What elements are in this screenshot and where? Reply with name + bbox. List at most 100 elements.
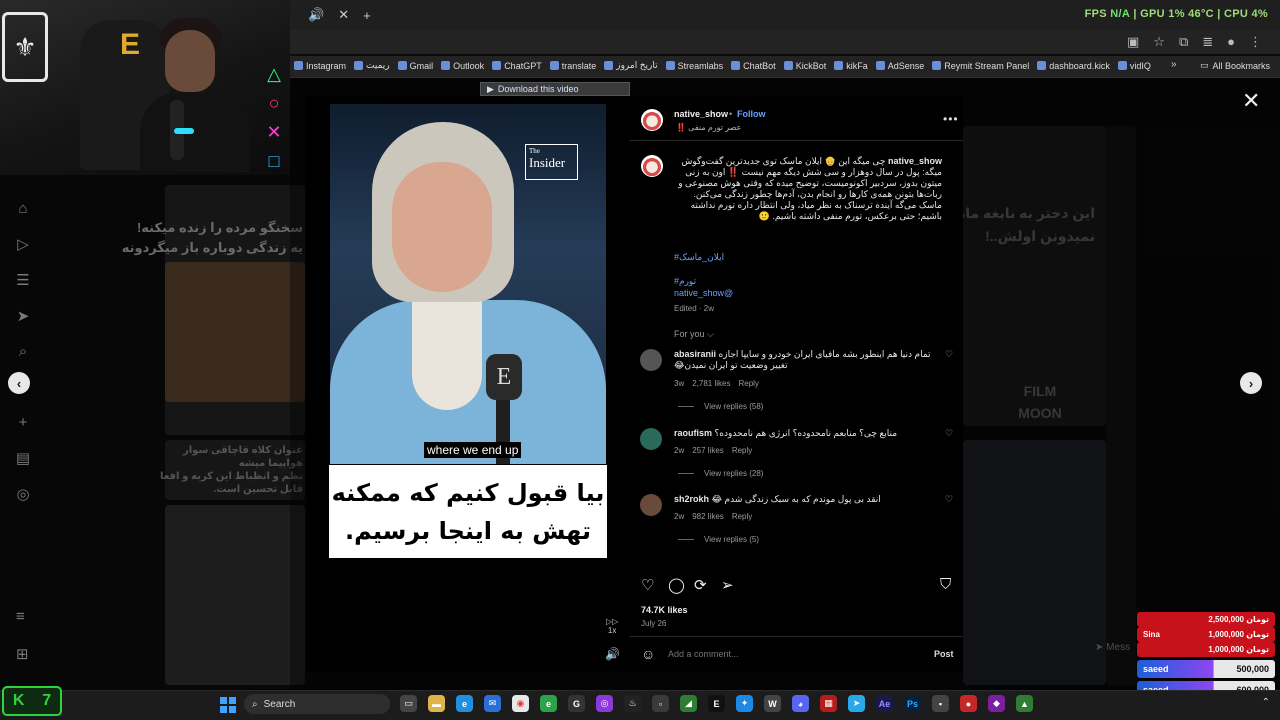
next-post-button[interactable]: › [1240,372,1262,394]
bookmark-star-icon[interactable]: ☆ [1153,34,1165,50]
app-icon-2[interactable]: ▪ [932,695,949,712]
chrome-icon[interactable]: ◉ [512,695,529,712]
file-explorer-icon[interactable]: ▬ [428,695,445,712]
bookmark-item[interactable]: Outlook [441,60,484,71]
comment-likes[interactable]: 2,781 likes [692,379,730,388]
bookmark-item[interactable]: AdSense [875,60,924,71]
reply-button[interactable]: Reply [732,512,752,521]
bookmark-item[interactable]: ChatBot [731,60,776,71]
caption-avatar[interactable] [641,155,663,177]
commenter-avatar[interactable] [640,349,662,371]
telegram-icon[interactable]: ➤ [848,695,865,712]
tray-app-icon[interactable]: ▲ [1016,695,1033,712]
comment-input[interactable] [668,649,918,659]
more-menu-icon[interactable]: ≡ [16,608,25,625]
bookmark-item[interactable]: Streamlabs [665,60,723,71]
wordpress-icon[interactable]: W [764,695,781,712]
post-audio-title[interactable]: عصر تورم منفی ‼️ [676,123,741,132]
volume-icon[interactable]: 🔊 [605,647,620,661]
bookmark-item[interactable]: Instagram [294,60,346,71]
commenter-username[interactable]: sh2rokh [674,494,709,504]
tray-overflow-icon[interactable]: ⌃ [1262,697,1270,708]
app-icon[interactable]: ▫ [652,695,669,712]
edge-dev-icon[interactable]: e [540,695,557,712]
threads-icon[interactable]: ◎ [16,485,29,503]
save-icon[interactable]: ⛉ [940,576,951,593]
also-from-meta-icon[interactable]: ⊞ [16,645,29,663]
playback-speed-button[interactable]: ▷▷ 1x [606,617,618,635]
mention-link[interactable]: native_show@ [674,288,733,298]
home-icon[interactable]: ⌂ [18,200,27,217]
close-tab-icon[interactable]: ✕ [338,7,349,23]
more-bookmarks-icon[interactable]: » [1171,59,1177,70]
like-icon[interactable]: ♡ [641,576,654,594]
view-replies-button[interactable]: View replies (5) [678,535,759,544]
bookmark-item[interactable]: vidIQ [1117,60,1151,71]
follow-button[interactable]: Follow [737,109,766,119]
new-tab-icon[interactable]: + [363,8,371,23]
reply-button[interactable]: Reply [738,379,758,388]
bookmark-item[interactable]: translate [549,60,596,71]
repost-icon[interactable]: ⟳ [694,576,707,594]
edge-icon[interactable]: e [456,695,473,712]
more-options-icon[interactable]: ••• [943,112,959,126]
likes-count[interactable]: 74.7K likes [641,605,688,615]
taskbar-search[interactable]: ⌕ Search [244,694,390,714]
bookmark-item[interactable]: تاریخ امروز [604,60,658,71]
comment-like-icon[interactable]: ♡ [945,428,953,439]
comment-sort-dropdown[interactable]: For you ⌵ [674,329,714,340]
extensions-icon[interactable]: ⧉ [1179,34,1188,50]
previous-post-button[interactable]: ‹ [8,372,30,394]
commenter-avatar[interactable] [640,428,662,450]
caption-username[interactable]: native_show [888,156,942,166]
epic-icon[interactable]: E [708,695,725,712]
download-video-button[interactable]: ▶ Download this video [480,82,630,96]
hashtag-link[interactable]: #ایلان_ماسک [674,252,724,263]
photoshop-icon[interactable]: Ps [904,695,921,712]
bookmark-item[interactable]: kikFa [834,60,868,71]
comment-icon[interactable]: ◯ [668,576,685,594]
obs-icon[interactable]: ◎ [596,695,613,712]
author-avatar[interactable] [641,109,663,131]
bookmark-item[interactable]: ChatGPT [492,60,542,71]
comment-likes[interactable]: 257 likes [692,446,724,455]
nvidia-icon[interactable]: ◢ [680,695,697,712]
bookmark-item[interactable]: Gmail [397,60,433,71]
create-icon[interactable]: + [19,414,28,431]
task-view-icon[interactable]: ▭ [400,695,417,712]
bookmark-item[interactable]: dashboard.kick [1037,60,1110,71]
view-replies-button[interactable]: View replies (58) [678,402,763,411]
all-bookmarks-button[interactable]: ▭ All Bookmarks [1200,60,1270,71]
emoji-icon[interactable]: ☺ [641,646,655,662]
post-username[interactable]: native_show [674,109,728,119]
dashboard-icon[interactable]: ▤ [16,449,30,467]
g-app-icon[interactable]: G [568,695,585,712]
comment-like-icon[interactable]: ♡ [945,494,953,505]
view-replies-button[interactable]: View replies (28) [678,469,763,478]
bookmark-item[interactable]: Reymit Stream Panel [932,60,1029,71]
game-icon[interactable]: ◆ [988,695,1005,712]
profile-icon[interactable]: ● [1227,34,1235,50]
after-effects-icon[interactable]: Ae [876,695,893,712]
commenter-username[interactable]: raoufism [674,428,712,438]
commenter-avatar[interactable] [640,494,662,516]
video-icon[interactable]: ▷ [17,235,29,253]
post-comment-button[interactable]: Post [934,649,954,659]
browser-tab[interactable]: 🔊 ✕ + [290,2,371,28]
close-modal-button[interactable]: ✕ [1242,88,1260,114]
comment-like-icon[interactable]: ♡ [945,349,953,360]
menu-icon[interactable]: ⋮ [1249,34,1262,50]
reply-button[interactable]: Reply [732,446,752,455]
record-icon[interactable]: ● [960,695,977,712]
bg-post-left-bottom[interactable] [165,505,305,685]
bookmark-item[interactable]: ریمیت [354,60,390,71]
comment-likes[interactable]: 982 likes [692,512,724,521]
reading-list-icon[interactable]: ≣ [1202,34,1213,50]
hashtag-link[interactable]: #تورم [674,276,696,287]
list-icon[interactable]: ☰ [16,271,29,289]
mail-icon[interactable]: ✉ [484,695,501,712]
share-icon[interactable]: ➢ [721,576,734,594]
speaker-icon[interactable]: 🔊 [308,7,324,23]
commenter-username[interactable]: abasiranii [674,349,716,359]
steam-icon[interactable]: ♨ [624,695,641,712]
